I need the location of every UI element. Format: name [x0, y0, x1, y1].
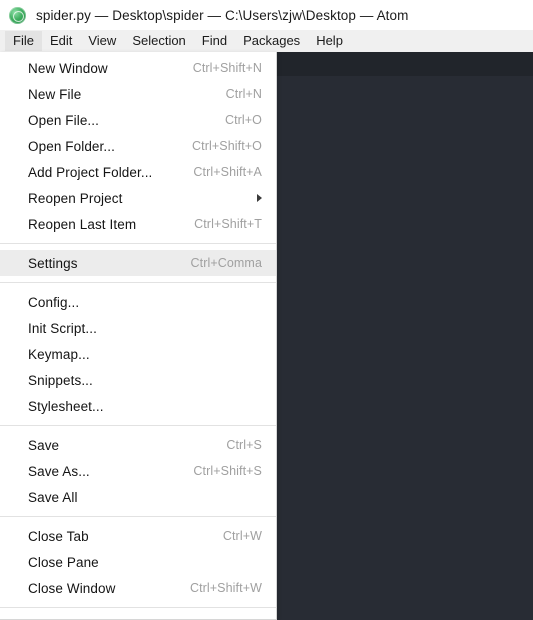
menu-item-snippets[interactable]: Snippets...: [0, 367, 276, 393]
menubar-item-find[interactable]: Find: [194, 31, 235, 51]
menubar-item-packages[interactable]: Packages: [235, 31, 308, 51]
menu-item-label: Add Project Folder...: [28, 164, 153, 180]
menu-item-save-as[interactable]: Save As... Ctrl+Shift+S: [0, 458, 276, 484]
menu-item-shortcut: Ctrl+Shift+T: [194, 217, 262, 231]
menu-item-new-file[interactable]: New File Ctrl+N: [0, 81, 276, 107]
menu-item-reopen-last-item[interactable]: Reopen Last Item Ctrl+Shift+T: [0, 211, 276, 237]
menu-item-label: Open File...: [28, 112, 99, 128]
menubar-item-view[interactable]: View: [80, 31, 124, 51]
menu-item-init-script[interactable]: Init Script...: [0, 315, 276, 341]
menu-item-shortcut: Ctrl+Shift+S: [193, 464, 262, 478]
menubar: File Edit View Selection Find Packages Help: [0, 30, 533, 52]
menu-item-label: Save: [28, 437, 60, 453]
menu-item-settings[interactable]: Settings Ctrl+Comma: [0, 250, 276, 276]
menu-item-label: Reopen Project: [28, 190, 123, 206]
menu-item-label: Reopen Last Item: [28, 216, 137, 232]
menu-item-label: Config...: [28, 294, 80, 310]
menubar-item-selection[interactable]: Selection: [124, 31, 193, 51]
menu-item-save[interactable]: Save Ctrl+S: [0, 432, 276, 458]
menu-item-shortcut: Ctrl+Shift+A: [193, 165, 262, 179]
menu-item-reopen-project[interactable]: Reopen Project: [0, 185, 276, 211]
menu-item-config[interactable]: Config...: [0, 289, 276, 315]
menu-item-label: Save As...: [28, 463, 90, 479]
atom-window: main.css # !/usr/bin/env pyth# -*- codin…: [0, 0, 533, 620]
menu-item-new-window[interactable]: New Window Ctrl+Shift+N: [0, 55, 276, 81]
menu-separator: [0, 607, 276, 608]
menu-item-open-folder[interactable]: Open Folder... Ctrl+Shift+O: [0, 133, 276, 159]
menu-item-label: Close Window: [28, 580, 116, 596]
menu-item-exit[interactable]: Exit: [0, 614, 276, 619]
menu-item-shortcut: Ctrl+S: [226, 438, 262, 452]
chevron-right-icon: [257, 194, 262, 202]
menu-separator: [0, 425, 276, 426]
menu-separator: [0, 516, 276, 517]
menu-item-open-file[interactable]: Open File... Ctrl+O: [0, 107, 276, 133]
menubar-item-edit[interactable]: Edit: [42, 31, 80, 51]
window-title: spider.py — Desktop\spider — C:\Users\zj…: [36, 7, 409, 23]
file-menu-dropdown: New Window Ctrl+Shift+N New File Ctrl+N Open…: [0, 52, 277, 620]
menu-separator: [0, 282, 276, 283]
atom-logo-icon: [9, 6, 26, 24]
menu-item-shortcut: Ctrl+Shift+W: [189, 581, 262, 595]
menu-item-close-window[interactable]: Close Window Ctrl+Shift+W: [0, 575, 276, 601]
menu-item-shortcut: Ctrl+Comma: [190, 256, 262, 270]
menu-item-label: Close Pane: [28, 554, 99, 570]
menu-item-add-project-folder[interactable]: Add Project Folder... Ctrl+Shift+A: [0, 159, 276, 185]
menu-item-keymap[interactable]: Keymap...: [0, 341, 276, 367]
menu-item-stylesheet[interactable]: Stylesheet...: [0, 393, 276, 419]
menu-item-shortcut: Ctrl+N: [225, 87, 262, 101]
menu-item-label: Open Folder...: [28, 138, 115, 154]
menu-item-shortcut: Ctrl+Shift+N: [192, 61, 262, 75]
menu-item-label: Save All: [28, 489, 78, 505]
menu-item-save-all[interactable]: Save All: [0, 484, 276, 510]
menu-item-label: New Window: [28, 60, 108, 76]
menu-item-label: Init Script...: [28, 320, 97, 336]
menu-item-close-tab[interactable]: Close Tab Ctrl+W: [0, 523, 276, 549]
menu-separator: [0, 243, 276, 244]
menu-item-label: Close Tab: [28, 528, 89, 544]
window-titlebar: spider.py — Desktop\spider — C:\Users\zj…: [0, 0, 533, 30]
menu-item-shortcut: Ctrl+W: [222, 529, 262, 543]
menu-item-shortcut: Ctrl+O: [224, 113, 262, 127]
menu-item-shortcut: Ctrl+Shift+O: [192, 139, 262, 153]
menubar-item-help[interactable]: Help: [308, 31, 351, 51]
menu-item-label: Settings: [28, 255, 78, 271]
menu-item-label: Snippets...: [28, 372, 93, 388]
menu-item-label: Keymap...: [28, 346, 90, 362]
menu-item-close-pane[interactable]: Close Pane: [0, 549, 276, 575]
menubar-item-file[interactable]: File: [5, 31, 42, 51]
menu-item-label: New File: [28, 86, 82, 102]
menu-item-label: Stylesheet...: [28, 398, 104, 414]
